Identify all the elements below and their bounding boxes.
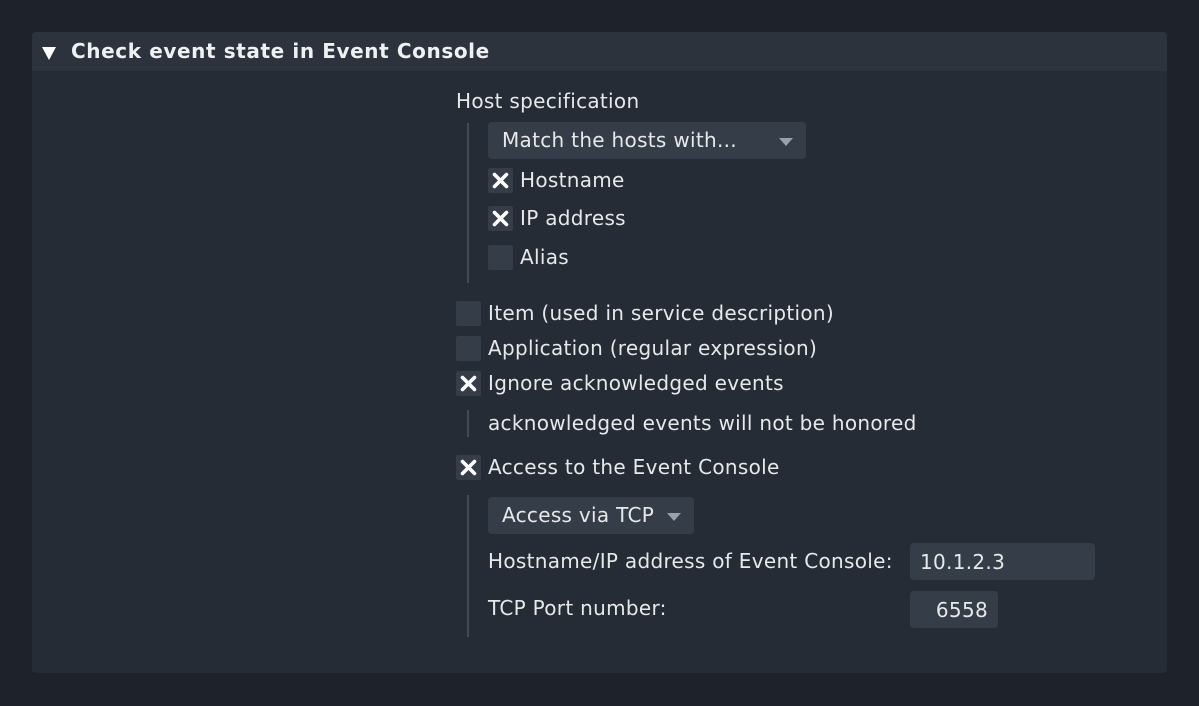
host-spec-guide-line [467,123,469,283]
item-checkbox[interactable] [456,301,481,326]
cross-mark-icon [492,210,509,227]
event-console-host-input[interactable] [910,543,1095,580]
access-guide-line [467,495,469,637]
cross-mark-icon [492,172,509,189]
ignore-ack-checkbox[interactable] [456,371,481,396]
hostname-checkbox[interactable] [488,168,513,193]
tcp-port-label: TCP Port number: [488,596,667,620]
application-checkbox[interactable] [456,336,481,361]
access-label: Access to the Event Console [488,455,780,479]
cross-mark-icon [460,375,477,392]
caret-down-icon [667,513,681,521]
event-console-host-label: Hostname/IP address of Event Console: [488,549,893,573]
ignore-ack-guide-line [467,410,469,437]
panel-header[interactable]: Check event state in Event Console [32,32,1167,71]
match-hosts-select-value: Match the hosts with... [502,128,737,152]
access-method-select[interactable]: Access via TCP [488,497,694,534]
access-checkbox[interactable] [456,455,481,480]
panel-title: Check event state in Event Console [71,39,490,63]
ip-address-label: IP address [520,206,626,230]
caret-down-icon [779,138,793,146]
alias-checkbox[interactable] [488,245,513,270]
host-spec-label: Host specification [456,89,640,113]
item-label: Item (used in service description) [488,301,834,325]
tcp-port-input[interactable] [910,591,998,628]
ignore-ack-label: Ignore acknowledged events [488,371,784,395]
alias-label: Alias [520,245,569,269]
access-method-select-value: Access via TCP [502,503,655,527]
application-label: Application (regular expression) [488,336,818,360]
ip-address-checkbox[interactable] [488,206,513,231]
cross-mark-icon [460,459,477,476]
match-hosts-select[interactable]: Match the hosts with... [488,122,806,159]
ignore-ack-description: acknowledged events will not be honored [488,411,917,435]
hostname-label: Hostname [520,168,625,192]
triangle-down-icon[interactable] [42,47,56,60]
